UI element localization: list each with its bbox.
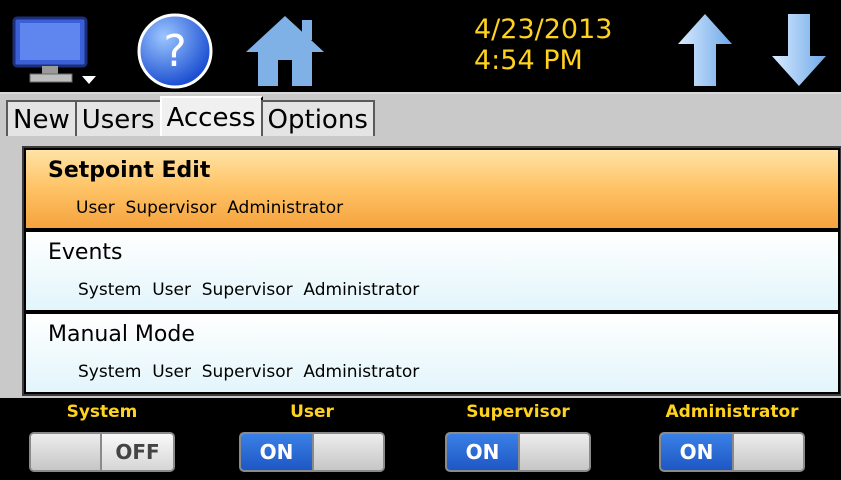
date-text: 4/23/2013 <box>474 14 613 45</box>
user-label: User <box>290 402 334 422</box>
list-item-manual-mode[interactable]: Manual Mode System User Supervisor Admin… <box>26 314 838 392</box>
list-item-title: Events <box>48 240 123 265</box>
user-toggle-group: User ON <box>232 400 392 472</box>
tab-options[interactable]: Options <box>260 100 375 138</box>
list-item-setpoint-edit[interactable]: Setpoint Edit User Supervisor Administra… <box>26 150 838 228</box>
supervisor-label: Supervisor <box>466 402 570 422</box>
toggle-state-text: OFF <box>102 434 173 470</box>
system-toggle[interactable]: OFF <box>29 432 175 472</box>
top-bar: ? 4/23/2013 4:54 PM <box>0 0 841 92</box>
tab-strip: New Users Access Options <box>0 92 841 138</box>
time-text: 4:54 PM <box>474 45 583 76</box>
toggle-knob <box>31 434 102 470</box>
tab-access[interactable]: Access <box>159 96 263 138</box>
tab-list: New Users Access Options <box>6 96 375 138</box>
administrator-toggle[interactable]: ON <box>659 432 805 472</box>
list-item-title: Manual Mode <box>48 322 195 347</box>
svg-text:?: ? <box>163 26 186 77</box>
tab-new[interactable]: New <box>6 100 77 138</box>
toggle-state-text: ON <box>241 434 312 470</box>
role-toggle-bar: System OFF User ON Supervisor ON Adminis… <box>0 398 841 480</box>
up-arrow-icon[interactable] <box>676 12 734 88</box>
toggle-state-text: ON <box>661 434 732 470</box>
user-toggle[interactable]: ON <box>239 432 385 472</box>
system-toggle-group: System OFF <box>22 400 182 472</box>
list-item-title: Setpoint Edit <box>48 158 211 183</box>
system-label: System <box>66 402 138 422</box>
monitor-icon[interactable] <box>12 16 98 86</box>
tab-users[interactable]: Users <box>74 100 162 138</box>
toggle-state-text: ON <box>447 434 518 470</box>
toggle-knob <box>732 434 803 470</box>
home-icon[interactable] <box>244 14 326 88</box>
list-item-roles: System User Supervisor Administrator <box>78 362 420 382</box>
list-item-events[interactable]: Events System User Supervisor Administra… <box>26 232 838 310</box>
supervisor-toggle[interactable]: ON <box>445 432 591 472</box>
help-icon[interactable]: ? <box>136 12 214 90</box>
administrator-label: Administrator <box>665 402 799 422</box>
access-list: Setpoint Edit User Supervisor Administra… <box>22 146 841 396</box>
list-item-roles: User Supervisor Administrator <box>76 198 344 218</box>
down-arrow-icon[interactable] <box>770 12 828 88</box>
list-item-roles: System User Supervisor Administrator <box>78 280 420 300</box>
administrator-toggle-group: Administrator ON <box>652 400 812 472</box>
access-panel: Setpoint Edit User Supervisor Administra… <box>0 136 841 398</box>
toggle-knob <box>518 434 589 470</box>
toggle-knob <box>312 434 383 470</box>
supervisor-toggle-group: Supervisor ON <box>438 400 598 472</box>
datetime-display: 4/23/2013 4:54 PM <box>474 14 612 76</box>
